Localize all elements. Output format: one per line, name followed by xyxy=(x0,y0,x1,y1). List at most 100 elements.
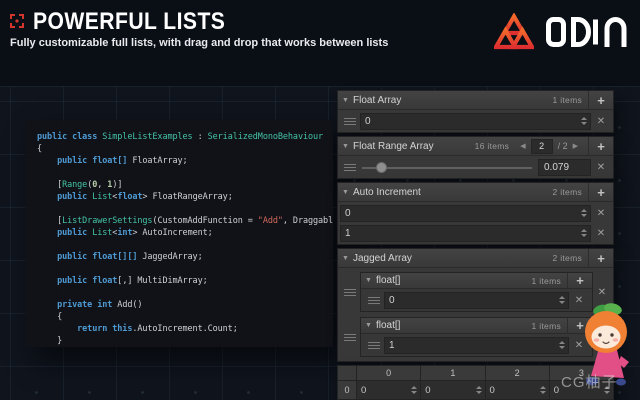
slider-track[interactable] xyxy=(362,167,532,169)
value-field[interactable]: 1 xyxy=(384,337,569,354)
value-stepper[interactable] xyxy=(475,381,483,399)
code-token: return this xyxy=(77,324,132,334)
drag-handle-lines xyxy=(344,289,356,296)
list-header[interactable]: ▼Auto Increment 2 items + xyxy=(338,183,613,202)
code-token: Range xyxy=(62,180,87,190)
nested-list: ▼float[]1 items+0✕ xyxy=(360,272,593,312)
drag-handle-lines xyxy=(344,334,356,341)
page-total: / 2 xyxy=(558,141,568,151)
value-stepper[interactable] xyxy=(580,226,588,241)
list-item-row: 1✕ xyxy=(364,336,589,354)
add-item-button[interactable]: + xyxy=(588,91,613,109)
code-token: SimpleListExamples xyxy=(102,132,192,142)
list-label: Auto Increment xyxy=(353,187,421,198)
drag-handle-lines xyxy=(344,164,356,171)
remove-item-button[interactable]: ✕ xyxy=(593,287,611,298)
stepper-down-icon[interactable] xyxy=(540,391,546,394)
page-number-field[interactable]: 2 xyxy=(531,139,553,154)
value-field[interactable]: 0 xyxy=(384,292,569,309)
stepper-up-icon[interactable] xyxy=(411,386,417,389)
table-cell-field[interactable]: 0 xyxy=(357,381,421,400)
remove-item-button[interactable]: ✕ xyxy=(591,228,611,239)
item-count: 2 items xyxy=(553,253,583,263)
list-label: Float Range Array xyxy=(353,141,434,152)
foldout-triangle-icon[interactable]: ▼ xyxy=(338,189,353,196)
code-token: public float xyxy=(57,276,117,286)
list-header[interactable]: ▼Float Range Array16 items◀2/ 2▶+ xyxy=(338,137,613,156)
stepper-up-icon[interactable] xyxy=(559,341,565,344)
header-band: POWERFUL LISTS Fully customizable full l… xyxy=(0,0,640,87)
add-item-button[interactable]: + xyxy=(567,273,592,288)
drag-handle-icon[interactable] xyxy=(340,164,360,171)
stepper-up-icon[interactable] xyxy=(581,209,587,212)
drag-handle-icon[interactable] xyxy=(340,118,360,125)
add-item-button[interactable]: + xyxy=(588,249,613,267)
foldout-triangle-icon[interactable]: ▼ xyxy=(361,277,376,284)
foldout-triangle-icon[interactable]: ▼ xyxy=(338,97,353,104)
list-label: float[] xyxy=(376,275,400,286)
list-pagination: 16 items◀2/ 2▶ xyxy=(475,139,583,154)
stepper-up-icon[interactable] xyxy=(581,229,587,232)
drag-handle-icon[interactable] xyxy=(364,342,384,349)
nested-list-row: ▼float[]1 items+1✕✕ xyxy=(340,317,611,357)
code-token: public xyxy=(57,228,92,238)
code-token: [ xyxy=(37,180,62,190)
list-header[interactable]: ▼Jagged Array2 items+ xyxy=(338,249,613,268)
stepper-down-icon[interactable] xyxy=(581,214,587,217)
field-value: 0 xyxy=(345,208,351,219)
remove-item-button[interactable]: ✕ xyxy=(591,116,611,127)
code-token: List xyxy=(92,192,112,202)
code-line: [Range(0, 1)] xyxy=(37,179,333,191)
stepper-up-icon[interactable] xyxy=(540,386,546,389)
drag-handle-icon[interactable] xyxy=(340,289,360,296)
value-stepper[interactable] xyxy=(580,114,588,129)
item-count: 1 items xyxy=(553,95,583,105)
item-count: 2 items xyxy=(553,187,583,197)
code-token: float xyxy=(117,192,142,202)
code-token: List xyxy=(92,228,112,238)
stepper-down-icon[interactable] xyxy=(581,234,587,237)
list-header[interactable]: ▼Float Array1 items+ xyxy=(338,91,613,110)
stepper-up-icon[interactable] xyxy=(559,296,565,299)
stepper-down-icon[interactable] xyxy=(581,122,587,125)
stepper-down-icon[interactable] xyxy=(476,391,482,394)
slider-value-field[interactable]: 0.079 xyxy=(538,159,591,176)
table-cell-field[interactable]: 0 xyxy=(421,381,485,400)
drag-handle-icon[interactable] xyxy=(340,334,360,341)
value-stepper[interactable] xyxy=(539,381,547,399)
foldout-triangle-icon[interactable]: ▼ xyxy=(338,255,353,262)
code-token: { xyxy=(37,144,42,154)
list-body: 0✕ xyxy=(338,110,613,132)
list-item-row: 0✕ xyxy=(340,112,611,130)
code-token: > FloatRangeArray; xyxy=(142,192,232,202)
nested-list-header[interactable]: ▼float[]1 items+ xyxy=(361,273,592,289)
table-cell-field[interactable]: 0 xyxy=(486,381,550,400)
stepper-down-icon[interactable] xyxy=(559,301,565,304)
stepper-up-icon[interactable] xyxy=(476,386,482,389)
remove-item-button[interactable]: ✕ xyxy=(591,162,611,173)
foldout-triangle-icon[interactable]: ▼ xyxy=(361,322,376,329)
value-stepper[interactable] xyxy=(558,293,566,308)
value-stepper[interactable] xyxy=(410,381,418,399)
remove-item-button[interactable]: ✕ xyxy=(591,208,611,219)
stepper-up-icon[interactable] xyxy=(581,117,587,120)
value-stepper[interactable] xyxy=(580,206,588,221)
value-stepper[interactable] xyxy=(558,338,566,353)
page-prev-button[interactable]: ◀ xyxy=(515,142,530,150)
slider-knob[interactable] xyxy=(376,162,387,173)
field-value: 0.079 xyxy=(544,162,569,173)
foldout-triangle-icon[interactable]: ▼ xyxy=(338,143,353,150)
drag-handle-icon[interactable] xyxy=(364,297,384,304)
nested-list-header[interactable]: ▼float[]1 items+ xyxy=(361,318,592,334)
add-item-button[interactable]: + xyxy=(588,183,613,201)
value-field[interactable]: 0 xyxy=(340,205,591,222)
value-field[interactable]: 0 xyxy=(360,113,591,130)
code-token: SerializedMonoBehaviour xyxy=(208,132,323,142)
page-next-button[interactable]: ▶ xyxy=(568,142,583,150)
value-field[interactable]: 1 xyxy=(340,225,591,242)
code-line: public List<float> FloatRangeArray; xyxy=(37,191,333,203)
stepper-down-icon[interactable] xyxy=(411,391,417,394)
add-item-button[interactable]: + xyxy=(588,137,613,155)
stepper-down-icon[interactable] xyxy=(559,346,565,349)
range-slider[interactable] xyxy=(362,160,532,175)
